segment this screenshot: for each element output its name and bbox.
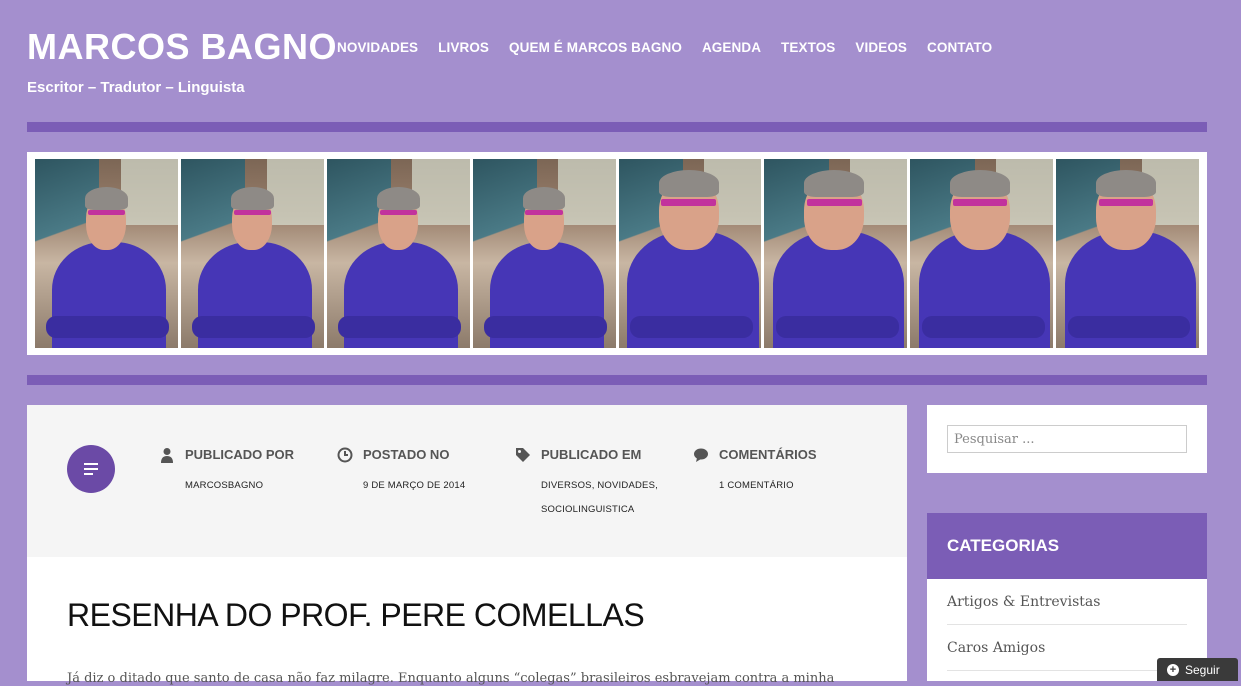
- category-artigos-entrevistas[interactable]: Artigos & Entrevistas: [947, 594, 1100, 610]
- author-link[interactable]: MARCOSBAGNO: [185, 480, 263, 491]
- categories-widget: CATEGORIAS Artigos & Entrevistas Caros A…: [927, 513, 1207, 681]
- banner-photo: [35, 159, 178, 348]
- banner-photo: [618, 159, 762, 348]
- list-item: Caros Amigos: [947, 625, 1187, 671]
- meta-comments: COMENTÁRIOS 1 COMENTÁRIO: [694, 447, 817, 498]
- header-divider-bottom: [27, 375, 1207, 385]
- banner-photo: [472, 159, 616, 348]
- header-divider-top: [27, 122, 1207, 132]
- meta-date: POSTADO NO 9 DE MARÇO DE 2014: [337, 447, 465, 498]
- nav-item-videos[interactable]: VIDEOS: [855, 40, 907, 55]
- banner-photo: [180, 159, 324, 348]
- banner-photo: [1056, 159, 1199, 348]
- post-title: RESENHA DO PROF. PERE COMELLAS: [67, 597, 645, 633]
- follow-button[interactable]: + Seguir: [1157, 658, 1238, 681]
- category-link-sociolinguistica[interactable]: SOCIOLINGUISTICA: [541, 504, 634, 515]
- tag-icon: [516, 448, 530, 462]
- site-title[interactable]: MARCOS BAGNO: [27, 26, 337, 68]
- categories-title: CATEGORIAS: [927, 513, 1207, 579]
- date-label: POSTADO NO: [363, 447, 450, 462]
- banner-photo: [326, 159, 470, 348]
- post-date-link[interactable]: 9 DE MARÇO DE 2014: [363, 480, 465, 491]
- site-tagline: Escritor – Tradutor – Linguista: [27, 79, 245, 96]
- search-input[interactable]: [947, 425, 1187, 453]
- category-caros-amigos[interactable]: Caros Amigos: [947, 640, 1045, 656]
- clock-icon: [337, 447, 353, 463]
- post-meta: PUBLICADO POR MARCOSBAGNO POSTADO NO 9 D…: [27, 405, 907, 557]
- categories-label: PUBLICADO EM: [541, 447, 642, 462]
- nav-item-novidades[interactable]: NOVIDADES: [337, 40, 418, 55]
- post-content: RESENHA DO PROF. PERE COMELLAS Já diz o …: [27, 557, 907, 686]
- comments-label: COMENTÁRIOS: [719, 447, 817, 462]
- plus-icon: +: [1167, 663, 1179, 676]
- nav-item-agenda[interactable]: AGENDA: [702, 40, 761, 55]
- post-excerpt: Já diz o ditado que santo de casa não fa…: [67, 671, 835, 686]
- search-widget: [927, 405, 1207, 473]
- banner-photo: [764, 159, 908, 348]
- list-item: Artigos & Entrevistas: [947, 579, 1187, 625]
- nav-item-textos[interactable]: TEXTOS: [781, 40, 835, 55]
- meta-categories: PUBLICADO EM DIVERSOS, NOVIDADES, SOCIOL…: [516, 447, 658, 522]
- meta-author: PUBLICADO POR MARCOSBAGNO: [161, 447, 295, 498]
- standard-post-icon[interactable]: [67, 445, 115, 493]
- nav-item-contato[interactable]: CONTATO: [927, 40, 992, 55]
- person-icon: [161, 448, 173, 463]
- comments-link[interactable]: 1 COMENTÁRIO: [719, 480, 794, 491]
- follow-label: Seguir: [1185, 662, 1220, 677]
- nav-item-quem-e[interactable]: QUEM É MARCOS BAGNO: [509, 40, 682, 55]
- category-links[interactable]: DIVERSOS, NOVIDADES,: [541, 480, 658, 491]
- nav-item-livros[interactable]: LIVROS: [438, 40, 489, 55]
- speech-bubble-icon: [694, 448, 708, 462]
- banner-photo: [910, 159, 1054, 348]
- author-label: PUBLICADO POR: [185, 447, 295, 462]
- header-banner: [27, 152, 1207, 355]
- main-nav: NOVIDADES LIVROS QUEM É MARCOS BAGNO AGE…: [337, 40, 992, 55]
